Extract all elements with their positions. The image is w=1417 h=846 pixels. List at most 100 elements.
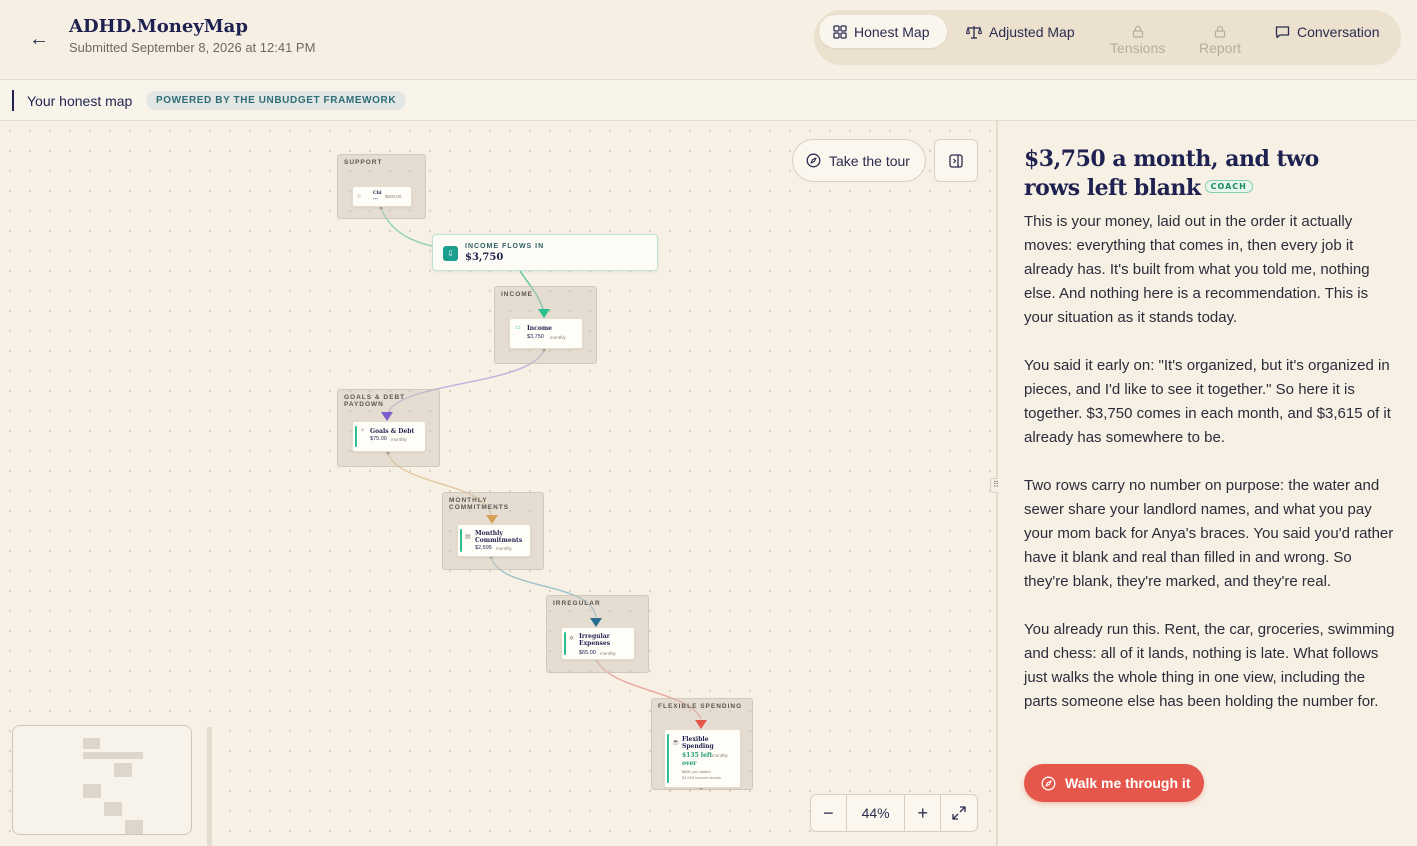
group-label: IRREGULAR [553, 600, 601, 607]
minimap[interactable] [12, 725, 192, 835]
card-title: Income [527, 325, 552, 332]
card-title: Chi ... [373, 191, 382, 201]
zoom-out-button[interactable]: − [811, 795, 847, 831]
tab-label: Report [1199, 39, 1242, 56]
minimap-node [104, 802, 122, 816]
view-tabs: Honest Map Adjusted Map Tensions Report … [814, 10, 1401, 65]
irregular-card[interactable]: ✲ Irregular Expenses $65.00 monthly [561, 627, 635, 660]
tab-tensions[interactable]: Tensions [1096, 20, 1179, 60]
income-card[interactable]: ▭ Income $3,750 monthly [509, 318, 583, 349]
flexible-card[interactable]: ☕ Flexible Spending $135 left monthly ov… [664, 729, 741, 788]
map-canvas[interactable]: SUPPORT ◇ Chi ... $600.00 ⇩ INCOME FLOWS… [0, 121, 997, 846]
coach-panel: $3,750 a month, and two rows left blank C… [998, 121, 1417, 846]
card-title: Goals & Debt [370, 428, 415, 435]
fit-view-button[interactable] [941, 795, 977, 831]
banner-value: $3,750 [465, 252, 504, 263]
coach-badge: COACH [1204, 179, 1253, 193]
flow-arrow-icon [538, 309, 550, 318]
group-flexible-spending[interactable]: FLEXIBLE SPENDING ☕ Flexible Spending $1… [651, 698, 753, 790]
tab-adjusted-map[interactable]: Adjusted Map [952, 15, 1089, 48]
card-title: Flexible Spending [682, 736, 714, 750]
support-card[interactable]: ◇ Chi ... $600.00 [352, 186, 412, 207]
panel-paragraph: This is your money, laid out in the orde… [1024, 213, 1370, 326]
panel-paragraph: Two rows carry no number on purpose: the… [1024, 477, 1394, 590]
card-unit: monthly [496, 546, 512, 551]
card-title: Irregular Expenses [579, 633, 611, 647]
submitted-timestamp: Submitted September 8, 2026 at 12:41 PM [69, 40, 316, 55]
card-unit: monthly [600, 651, 616, 656]
tab-report[interactable]: Report [1185, 20, 1255, 60]
tour-label: Take the tour [829, 152, 910, 169]
panel-title-text: $3,750 a month, and two rows left blank [1024, 146, 1319, 201]
card-amount: $2,595 [475, 545, 492, 551]
compass-icon [806, 153, 821, 168]
group-label: GOALS & DEBT PAYDOWN [344, 394, 406, 408]
target-icon: ✧ [360, 428, 366, 434]
card-amount: $3,750 [527, 334, 544, 340]
tab-label: Adjusted Map [989, 23, 1075, 40]
tab-label: Conversation [1297, 23, 1380, 40]
sparkle-icon: ✲ [569, 636, 575, 642]
minimap-node [83, 752, 143, 759]
flow-arrow-icon [590, 618, 602, 627]
lock-icon [1214, 25, 1226, 38]
card-amount: $600.00 [385, 194, 402, 199]
tab-honest-map[interactable]: Honest Map [819, 15, 947, 48]
zoom-in-button[interactable]: + [905, 795, 942, 831]
coffee-icon: ☕ [672, 740, 680, 746]
group-income[interactable]: INCOME ▭ Income $3,750 monthly [494, 286, 597, 364]
goals-card[interactable]: ✧ Goals & Debt $75.00 monthly [352, 421, 426, 452]
download-icon: ⇩ [443, 246, 458, 261]
monthly-card[interactable]: ▤ Monthly Commitments $2,595 monthly [457, 524, 531, 557]
panel-body: This is your money, laid out in the orde… [1024, 210, 1396, 738]
tab-label: Tensions [1110, 39, 1166, 56]
walk-label: Walk me through it [1065, 775, 1191, 791]
minimap-node [83, 784, 101, 798]
minimap-node [114, 763, 132, 777]
status-bar [667, 734, 669, 783]
zoom-level: 44% [847, 795, 906, 831]
minimap-node [83, 738, 100, 749]
compass-icon [1041, 776, 1056, 790]
status-bar [564, 632, 566, 655]
take-tour-button[interactable]: Take the tour [792, 139, 926, 182]
card-unit: monthly [391, 437, 407, 442]
status-bar [355, 426, 357, 447]
flow-arrow-icon [381, 412, 393, 421]
group-monthly-commitments[interactable]: MONTHLY COMMITMENTS ▤ Monthly Commitment… [442, 492, 544, 570]
grid-icon [833, 24, 847, 39]
card-unit: monthly [550, 335, 566, 340]
tab-conversation[interactable]: Conversation [1261, 15, 1394, 48]
back-arrow-icon[interactable]: ← [28, 28, 50, 50]
panel-paragraph: You already run this. Rent, the car, gro… [1024, 621, 1395, 710]
card-amount: $135 left [682, 752, 713, 759]
lock-icon [1132, 25, 1143, 38]
top-header: ← ADHD.MoneyMap Submitted September 8, 2… [0, 0, 1417, 80]
group-label: INCOME [501, 291, 533, 298]
map-subheader: Your honest map POWERED BY THE UNBUDGET … [0, 80, 1417, 121]
group-goals-debt[interactable]: GOALS & DEBT PAYDOWN ✧ Goals & Debt $75.… [337, 389, 440, 467]
panel-paragraph: You said it early on: "It's organized, b… [1024, 357, 1391, 446]
card-amount: $75.00 [370, 436, 387, 442]
calendar-icon: ▤ [465, 534, 471, 540]
group-support[interactable]: SUPPORT ◇ Chi ... $600.00 [337, 154, 426, 219]
panel-collapse-icon [949, 153, 963, 168]
card-amount: $65.00 [579, 650, 596, 656]
framework-badge: POWERED BY THE UNBUDGET FRAMEWORK [146, 91, 407, 110]
minimap-viewport-edge [207, 727, 212, 846]
card-status: over [682, 760, 697, 767]
walk-through-button[interactable]: Walk me through it [1024, 764, 1204, 802]
status-bar [460, 529, 462, 552]
expand-icon [952, 806, 966, 820]
group-irregular[interactable]: IRREGULAR ✲ Irregular Expenses $65.00 mo… [546, 595, 649, 673]
flow-arrow-icon [486, 515, 498, 524]
tab-label: Honest Map [854, 23, 930, 40]
minimap-node [125, 820, 143, 834]
card-unit: monthly [712, 753, 728, 758]
chat-icon [1275, 25, 1290, 38]
zoom-controls: − 44% + [810, 794, 978, 832]
card-note: $1,015 income leaves [682, 775, 721, 780]
toggle-panel-button[interactable] [934, 139, 978, 182]
panel-title: $3,750 a month, and two rows left blank C… [1024, 145, 1324, 203]
income-flows-banner[interactable]: ⇩ INCOME FLOWS IN $3,750 [432, 234, 658, 271]
